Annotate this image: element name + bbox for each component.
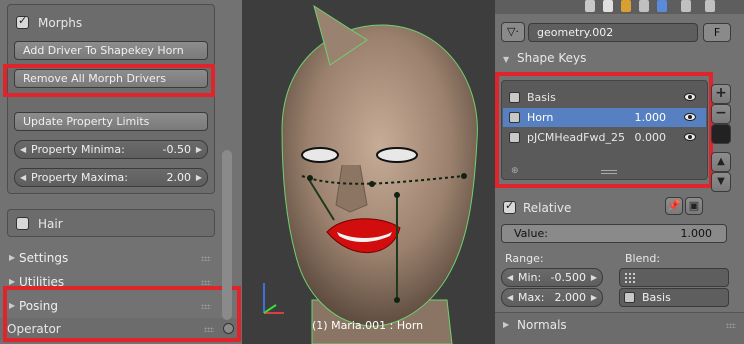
morphs-label: Morphs — [38, 16, 83, 30]
increment-arrow-icon[interactable]: ▶ — [591, 289, 597, 306]
vertex-group-field[interactable] — [619, 268, 729, 287]
relative-checkbox[interactable] — [503, 199, 516, 214]
decrement-arrow-icon[interactable]: ◀ — [20, 169, 26, 186]
highlight-posing-operator — [3, 286, 241, 342]
decrement-arrow-icon[interactable]: ◀ — [20, 141, 26, 158]
decrement-arrow-icon[interactable]: ◀ — [507, 289, 513, 306]
tab-object-icon[interactable] — [585, 0, 595, 12]
property-maxima-value: 2.00 — [166, 171, 192, 184]
property-minima-value: -0.50 — [162, 143, 191, 156]
blend-label: Blend: — [625, 252, 661, 265]
tab-physics-icon[interactable] — [639, 0, 649, 12]
morphs-checkbox[interactable] — [16, 14, 29, 29]
fake-user-button[interactable]: F — [703, 23, 731, 42]
morphs-panel — [7, 4, 215, 194]
property-minima-label: Property Minima: — [31, 143, 125, 156]
tab-constraint-icon[interactable] — [621, 0, 631, 12]
normals-label: Normals — [517, 318, 567, 332]
value-slider[interactable]: Value: 1.000 — [501, 224, 727, 243]
tab-modifier-icon[interactable] — [603, 0, 613, 12]
min-value: -0.500 — [550, 271, 586, 284]
highlight-shape-key-list — [495, 72, 713, 188]
min-label: Min: — [518, 271, 542, 284]
max-field[interactable]: ◀ Max: 2.000 ▶ — [501, 288, 603, 307]
collapse-triangle-icon: ▼ — [503, 55, 510, 64]
tab-data-icon[interactable] — [657, 0, 667, 12]
increment-arrow-icon[interactable]: ▶ — [196, 169, 202, 186]
hair-label: Hair — [38, 217, 63, 231]
update-property-limits-button[interactable]: Update Property Limits — [14, 112, 208, 131]
pin-icon[interactable]: 📌 — [665, 197, 683, 215]
value-label: Value: — [514, 227, 548, 240]
increment-arrow-icon[interactable]: ▶ — [591, 269, 597, 286]
head-model-render — [263, 4, 478, 344]
normals-section-header[interactable]: ▶ Normals — [495, 312, 744, 344]
mesh-name-field[interactable]: geometry.002 — [528, 23, 698, 42]
properties-tab-bar — [495, 0, 744, 14]
property-minima-field[interactable]: ◀ Property Minima: -0.50 ▶ — [14, 140, 208, 159]
edit-mode-icon[interactable]: ▣ — [685, 197, 703, 215]
min-field[interactable]: ◀ Min: -0.500 ▶ — [501, 268, 603, 287]
drag-grip-icon[interactable] — [201, 256, 211, 261]
add-shape-key-button[interactable]: + — [711, 84, 731, 104]
max-value: 2.000 — [554, 291, 587, 304]
tab-texture-icon[interactable] — [705, 0, 715, 12]
shape-key-specials-button[interactable] — [711, 124, 731, 144]
move-down-button[interactable]: ▼ — [711, 172, 731, 192]
drag-grip-icon[interactable] — [201, 280, 211, 285]
shape-keys-header[interactable]: ▼ Shape Keys — [503, 51, 586, 65]
shape-keys-title: Shape Keys — [516, 51, 587, 65]
increment-arrow-icon[interactable]: ▶ — [196, 141, 202, 158]
right-properties-panel: ▽· geometry.002 F ▼ Shape Keys Basis Hor… — [495, 0, 744, 344]
move-up-button[interactable]: ▲ — [711, 152, 731, 172]
highlight-remove-drivers — [3, 64, 215, 97]
relative-key-field[interactable]: Basis — [619, 288, 729, 307]
active-object-label: (1) Maria.001 : Horn — [312, 319, 424, 332]
range-label: Range: — [505, 252, 544, 265]
relative-label: Relative — [523, 201, 572, 215]
left-properties-panel: Morphs Add Driver To Shapekey Horn Remov… — [0, 0, 242, 344]
tab-material-icon[interactable] — [681, 0, 691, 12]
expand-triangle-icon: ▶ — [503, 320, 510, 329]
shape-key-icon — [624, 292, 635, 303]
decrement-arrow-icon[interactable]: ◀ — [507, 269, 513, 286]
settings-label: Settings — [19, 251, 69, 265]
3d-viewport[interactable]: (1) Maria.001 : Horn — [242, 0, 495, 344]
add-driver-button[interactable]: Add Driver To Shapekey Horn — [14, 41, 208, 60]
hair-checkbox[interactable] — [16, 217, 29, 230]
remove-shape-key-button[interactable]: − — [711, 104, 731, 124]
drag-grip-icon[interactable] — [726, 323, 736, 328]
mesh-type-icon[interactable]: ▽· — [501, 22, 525, 42]
left-scrollbar[interactable] — [222, 150, 232, 320]
value-number: 1.000 — [680, 227, 713, 240]
property-maxima-field[interactable]: ◀ Property Maxima: 2.00 ▶ — [14, 168, 208, 187]
expand-triangle-icon: ▶ — [9, 253, 16, 262]
relative-key-value: Basis — [642, 291, 671, 304]
property-maxima-label: Property Maxima: — [31, 171, 129, 184]
settings-section-header[interactable]: ▶ Settings — [7, 247, 215, 269]
vertex-group-icon — [624, 272, 635, 283]
max-label: Max: — [518, 291, 545, 304]
